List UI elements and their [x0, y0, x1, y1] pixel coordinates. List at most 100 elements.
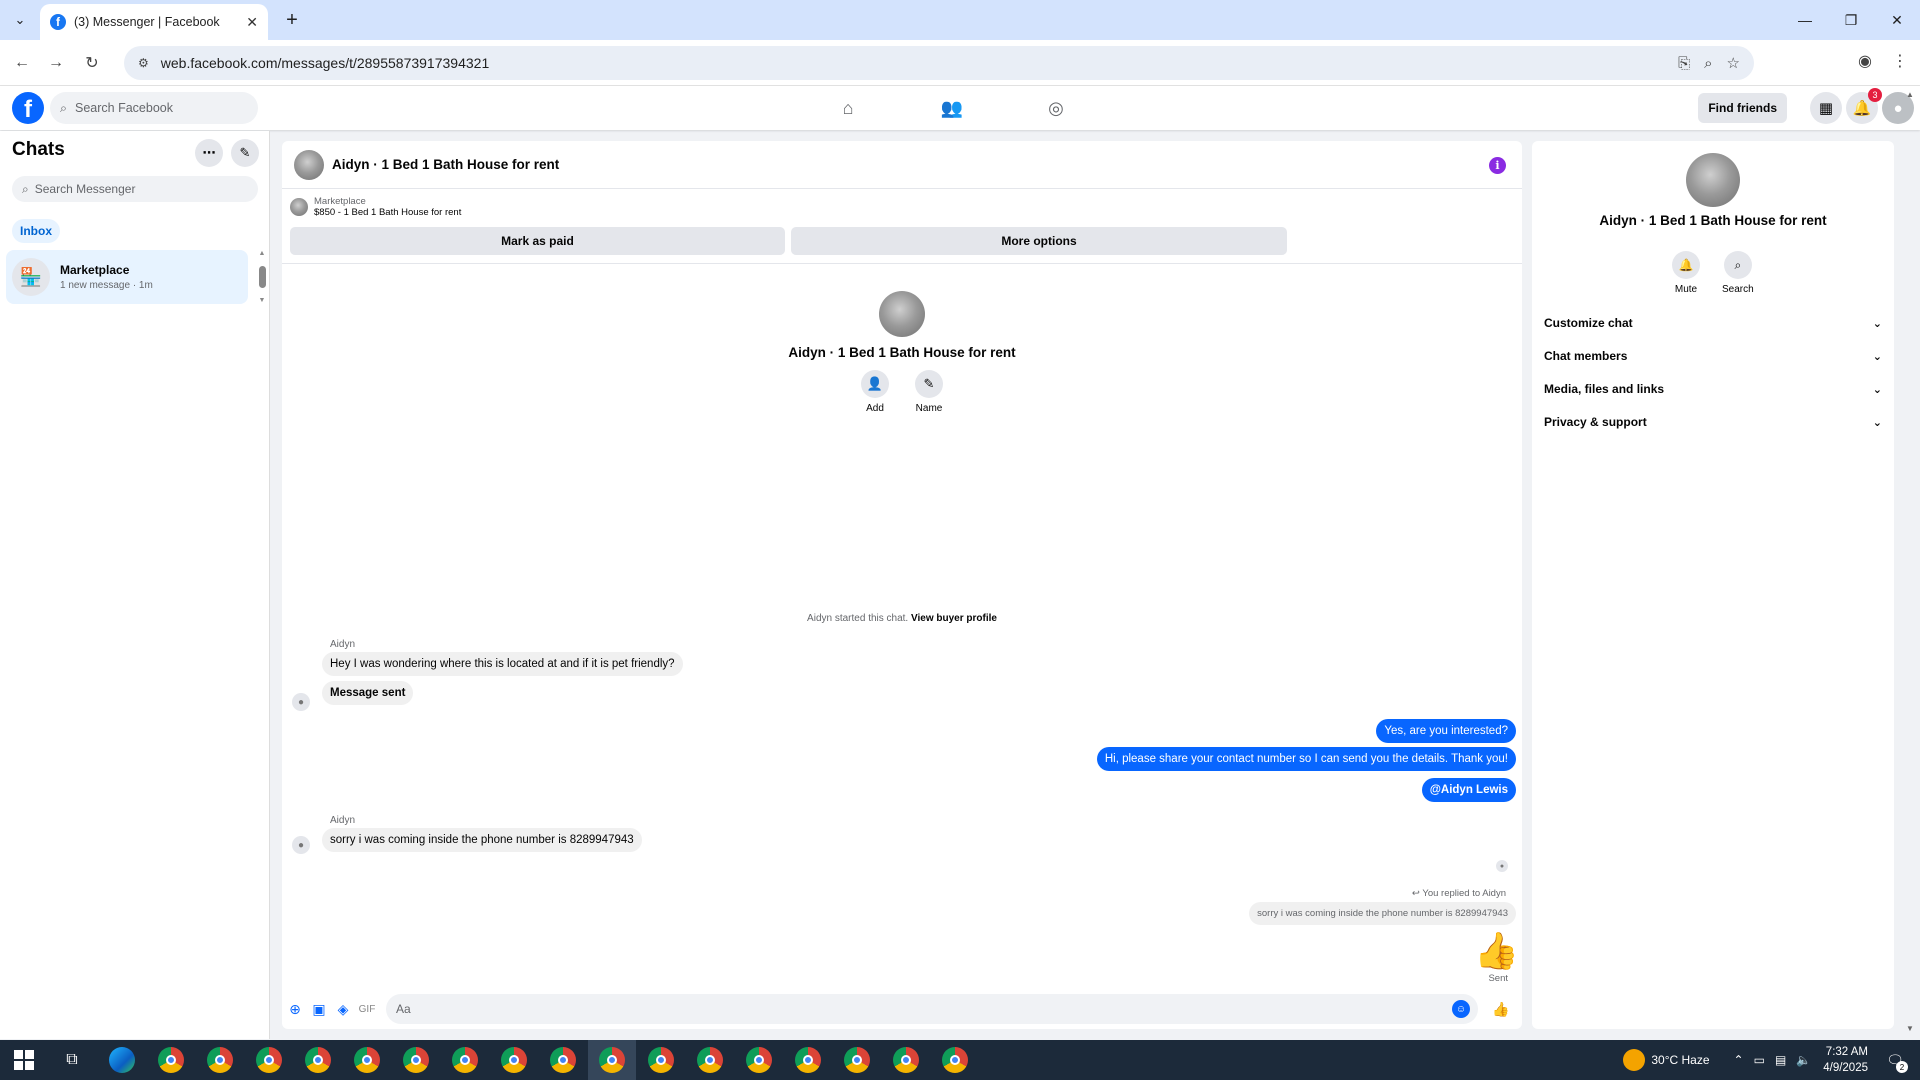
pencil-icon[interactable]: ✎ [915, 370, 943, 398]
chrome-app-icon[interactable] [795, 1047, 821, 1073]
find-friends-button[interactable]: Find friends [1698, 93, 1787, 123]
gif-icon[interactable]: GIF [358, 1000, 376, 1018]
conversation-title[interactable]: Aidyn · 1 Bed 1 Bath House for rent [332, 157, 559, 172]
system-clock[interactable]: 7:32 AM 4/9/2025 [1823, 1044, 1868, 1076]
bell-icon[interactable]: 🔔 [1672, 251, 1700, 279]
scroll-down-arrow-icon[interactable]: ▼ [259, 297, 266, 304]
quoted-message[interactable]: sorry i was coming inside the phone numb… [1249, 902, 1516, 925]
more-options-button[interactable]: More options [791, 227, 1287, 255]
more-actions-plus-icon[interactable]: ⊕ [286, 1000, 304, 1018]
show-hidden-icons-chevron-icon[interactable]: ⌃ [1734, 1053, 1744, 1067]
info-panel-avatar[interactable] [1686, 153, 1740, 207]
name-chat-action[interactable]: ✎ Name [915, 370, 943, 414]
outgoing-message[interactable]: Hi, please share your contact number so … [1096, 747, 1516, 771]
intro-avatar[interactable] [879, 291, 925, 337]
marketplace-listing-row[interactable]: Marketplace $850 - 1 Bed 1 Bath House fo… [290, 196, 461, 218]
view-buyer-profile-link[interactable]: View buyer profile [911, 613, 997, 624]
mute-action[interactable]: 🔔 Mute [1672, 251, 1700, 295]
notifications-bell-icon[interactable]: 🔔 3 [1846, 88, 1882, 124]
forward-arrow-icon[interactable]: → [44, 51, 68, 75]
new-tab-plus-icon[interactable]: + [280, 8, 304, 32]
close-window-icon[interactable]: ✕ [1874, 0, 1920, 40]
media-files-links-section[interactable]: Media, files and links ⌄ [1544, 377, 1882, 401]
thumbs-up-sent-icon[interactable]: 👍 [1474, 931, 1519, 971]
outgoing-message[interactable]: Yes, are you interested? [1376, 719, 1516, 743]
mark-as-paid-button[interactable]: Mark as paid [290, 227, 785, 255]
emoji-icon[interactable]: ☺ [1452, 1000, 1470, 1018]
tab-search-chevron-icon[interactable]: ⌄ [8, 8, 32, 32]
restore-icon[interactable]: ❐ [1828, 0, 1874, 40]
chrome-app-icon[interactable] [599, 1047, 625, 1073]
chrome-app-icon[interactable] [256, 1047, 282, 1073]
search-action[interactable]: ⌕ Search [1722, 251, 1754, 295]
chrome-app-icon[interactable] [207, 1047, 233, 1073]
page-scroll-up-arrow-icon[interactable]: ▲ [1906, 90, 1914, 99]
network-icon[interactable]: ▤ [1775, 1053, 1786, 1067]
groups-icon[interactable]: ◎ [1042, 94, 1070, 122]
conversation-avatar[interactable] [294, 149, 324, 180]
address-bar[interactable]: ⚙ web.facebook.com/messages/t/2895587391… [124, 46, 1754, 80]
sticker-icon[interactable]: ◈ [334, 1000, 352, 1018]
chat-members-section[interactable]: Chat members ⌄ [1544, 344, 1882, 368]
url-text[interactable]: web.facebook.com/messages/t/289558739173… [161, 55, 489, 71]
search-icon[interactable]: ⌕ [1723, 251, 1752, 279]
meet-now-icon[interactable]: ▭ [1754, 1053, 1765, 1067]
chrome-app-icon[interactable] [452, 1047, 478, 1073]
chrome-app-icon[interactable] [648, 1047, 674, 1073]
install-app-icon[interactable]: ⎘ [1678, 55, 1690, 72]
chrome-app-icon[interactable] [697, 1047, 723, 1073]
weather-sun-icon[interactable] [1623, 1049, 1646, 1071]
chrome-app-icon[interactable] [354, 1047, 380, 1073]
incoming-message[interactable]: Hey I was wondering where this is locate… [322, 652, 683, 676]
chrome-app-icon[interactable] [550, 1047, 576, 1073]
weather-text[interactable]: 30°C Haze [1651, 1053, 1709, 1067]
reload-icon[interactable]: ↻ [80, 51, 104, 75]
windows-start-icon[interactable] [14, 1050, 34, 1070]
browser-tab-messenger[interactable]: f (3) Messenger | Facebook ✕ [40, 4, 268, 40]
thumbs-up-send-icon[interactable]: 👍 [1492, 1000, 1510, 1018]
chrome-app-icon[interactable] [844, 1047, 870, 1073]
page-scroll-down-arrow-icon[interactable]: ▼ [1906, 1024, 1914, 1033]
chat-list-item-marketplace[interactable]: 🏪 Marketplace 1 new message · 1m [6, 250, 248, 304]
menu-grid-icon[interactable]: ▦ [1810, 92, 1842, 124]
back-arrow-icon[interactable]: ← [10, 51, 34, 75]
chrome-app-icon[interactable] [305, 1047, 331, 1073]
more-options-dots-icon[interactable]: ⋯ [195, 139, 223, 167]
facebook-logo-icon[interactable]: f [12, 92, 44, 124]
profile-icon[interactable]: ◉ [1858, 51, 1872, 71]
privacy-support-section[interactable]: Privacy & support ⌄ [1544, 410, 1882, 434]
chrome-menu-icon[interactable]: ⋮ [1892, 51, 1908, 71]
tab-close-icon[interactable]: ✕ [246, 14, 258, 31]
edge-app-icon[interactable] [109, 1047, 135, 1073]
chrome-app-icon[interactable] [158, 1047, 184, 1073]
facebook-search-input[interactable]: ⌕ Search Facebook [50, 92, 258, 124]
scroll-up-arrow-icon[interactable]: ▲ [259, 250, 266, 257]
chrome-app-icon[interactable] [893, 1047, 919, 1073]
customize-chat-section[interactable]: Customize chat ⌄ [1544, 311, 1882, 335]
messenger-search-input[interactable]: ⌕ Search Messenger [12, 176, 258, 202]
inbox-tab[interactable]: Inbox [12, 219, 60, 243]
minimize-icon[interactable]: — [1782, 0, 1828, 40]
message-input[interactable]: Aa ☺ [386, 994, 1478, 1024]
incoming-message[interactable]: sorry i was coming inside the phone numb… [322, 828, 642, 852]
chrome-app-icon[interactable] [746, 1047, 772, 1073]
conversation-info-icon[interactable]: i [1489, 157, 1506, 174]
chat-list-scrollbar[interactable]: ▲ ▼ [257, 250, 267, 304]
add-people-action[interactable]: 👤 Add [861, 370, 889, 414]
task-view-icon[interactable]: ⧉ [62, 1050, 82, 1070]
friends-icon[interactable]: 👥 [938, 94, 966, 122]
chrome-app-icon[interactable] [403, 1047, 429, 1073]
zoom-icon[interactable]: ⌕ [1704, 55, 1712, 72]
home-icon[interactable]: ⌂ [834, 94, 862, 122]
site-info-icon[interactable]: ⚙ [138, 56, 149, 70]
incoming-message[interactable]: Message sent [322, 681, 414, 705]
scrollbar-thumb[interactable] [258, 266, 266, 288]
bookmark-star-icon[interactable]: ☆ [1727, 54, 1740, 72]
action-center-icon[interactable]: 🗨 2 [1882, 1047, 1908, 1073]
add-person-icon[interactable]: 👤 [861, 370, 889, 398]
chrome-app-icon[interactable] [501, 1047, 527, 1073]
volume-icon[interactable]: 🔈 [1796, 1053, 1811, 1067]
new-message-compose-icon[interactable]: ✎ [231, 139, 259, 167]
outgoing-mention-message[interactable]: @Aidyn Lewis [1421, 778, 1516, 802]
attach-photo-icon[interactable]: ▣ [310, 1000, 328, 1018]
